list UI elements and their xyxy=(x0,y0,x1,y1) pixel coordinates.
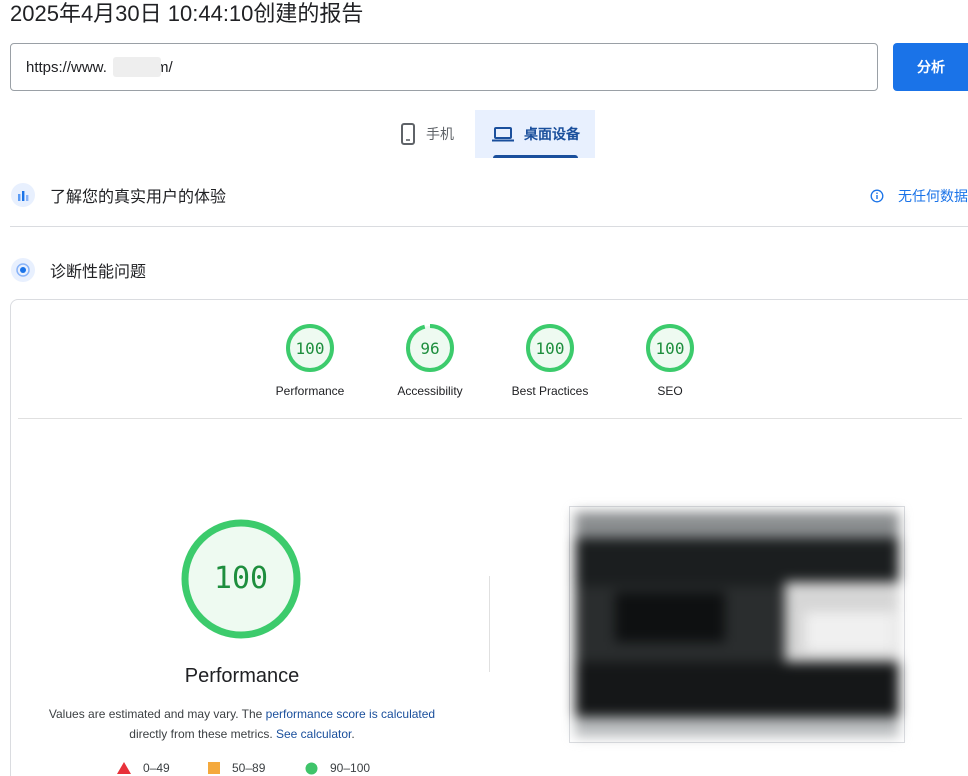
tab-desktop[interactable]: 桌面设备 xyxy=(475,110,595,158)
category-gauge-accessibility[interactable]: 96 Accessibility xyxy=(370,323,490,398)
diagnose-icon xyxy=(11,258,35,282)
performance-big-label: Performance xyxy=(184,665,300,687)
category-score-ring: 100 xyxy=(526,324,574,372)
page-screenshot-thumbnail[interactable] xyxy=(569,506,905,743)
category-score: 100 xyxy=(536,339,565,358)
legend-pass-range: 90–100 xyxy=(330,761,371,775)
tab-mobile-label: 手机 xyxy=(426,126,454,142)
category-label: Accessibility xyxy=(397,384,463,398)
legend-fail: 0–49 xyxy=(117,761,170,775)
analyze-button[interactable]: 分析 xyxy=(893,43,968,91)
note-mid: directly from these metrics. xyxy=(129,727,276,741)
category-gauge-seo[interactable]: 100 SEO xyxy=(610,323,730,398)
tab-mobile[interactable]: 手机 xyxy=(390,110,474,158)
square-icon xyxy=(208,762,220,774)
category-gauge-best-practices[interactable]: 100 Best Practices xyxy=(490,323,610,398)
diagnose-title: 诊断性能问题 xyxy=(50,264,147,281)
category-label: SEO xyxy=(657,384,683,398)
no-data-link[interactable]: 无任何数据 xyxy=(870,186,968,206)
crux-section-header: 了解您的真实用户的体验 xyxy=(10,182,226,208)
report-title: 2025年4月30日 10:44:10创建的报告 xyxy=(10,1,364,26)
see-calculator-link[interactable]: See calculator xyxy=(276,727,351,741)
performance-big-score: 100 xyxy=(214,561,268,596)
section-divider xyxy=(10,226,968,227)
url-redaction xyxy=(113,57,161,77)
note-suffix: . xyxy=(351,727,355,741)
category-score-ring: 100 xyxy=(286,324,334,372)
circle-icon xyxy=(305,762,318,774)
legend-pass: 90–100 xyxy=(305,761,370,775)
category-score: 100 xyxy=(656,339,685,358)
performance-big-gauge: 100 xyxy=(181,519,301,639)
blurred-screenshot xyxy=(575,512,899,737)
crux-title: 了解您的真实用户的体验 xyxy=(50,189,227,206)
laptop-icon xyxy=(492,127,514,142)
legend-fail-range: 0–49 xyxy=(143,761,170,775)
tab-desktop-label: 桌面设备 xyxy=(524,126,580,142)
category-score-ring: 96 xyxy=(406,324,454,372)
legend-average: 50–89 xyxy=(208,761,265,775)
vertical-divider xyxy=(489,576,490,672)
category-label: Best Practices xyxy=(511,384,589,398)
card-divider xyxy=(18,418,962,419)
info-icon xyxy=(870,189,884,203)
category-label: Performance xyxy=(275,384,345,398)
category-gauge-performance[interactable]: 100 Performance xyxy=(250,323,370,398)
pagespeed-report-page: 2025年4月30日 10:44:10创建的报告 分析 手机 桌面设备 了解您的… xyxy=(0,0,968,776)
diagnose-section-header: 诊断性能问题 xyxy=(10,257,146,283)
triangle-icon xyxy=(117,762,131,774)
users-chart-icon xyxy=(11,183,35,207)
category-score-ring: 100 xyxy=(646,324,694,372)
legend-average-range: 50–89 xyxy=(232,761,266,775)
category-score: 100 xyxy=(296,339,325,358)
category-score: 96 xyxy=(420,339,439,358)
note-prefix: Values are estimated and may vary. The xyxy=(48,707,266,721)
no-data-text: 无任何数据 xyxy=(898,188,968,204)
score-note: Values are estimated and may vary. The p… xyxy=(32,704,452,744)
score-calc-link[interactable]: performance score is calculated xyxy=(266,707,435,721)
phone-icon xyxy=(401,123,415,145)
